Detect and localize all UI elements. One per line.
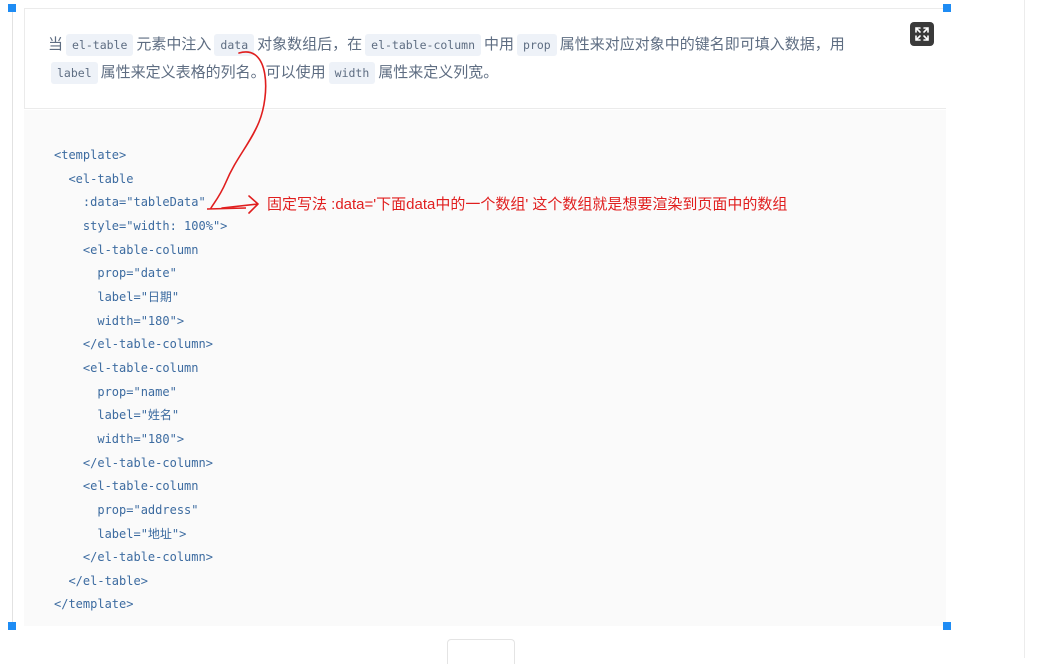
- annotation-note: 固定写法 :data='下面data中的一个数组' 这个数组就是想要渲染到页面中…: [267, 196, 788, 213]
- bottom-control[interactable]: [447, 639, 515, 664]
- annotation-hook-curve: [210, 51, 267, 209]
- resize-handle-top-left[interactable]: [8, 4, 16, 12]
- resize-handle-bottom-right[interactable]: [943, 622, 951, 630]
- annotation-drawing: [206, 51, 267, 214]
- resize-handle-bottom-left[interactable]: [8, 622, 16, 630]
- annotation-arrow: [221, 195, 259, 214]
- resize-handle-top-right[interactable]: [943, 4, 951, 12]
